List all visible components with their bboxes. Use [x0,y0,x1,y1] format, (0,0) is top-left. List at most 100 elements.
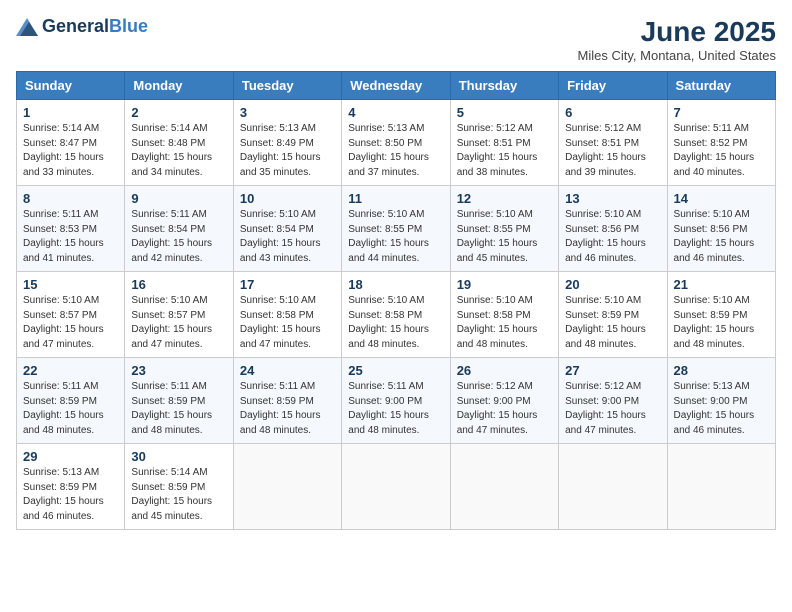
calendar-cell: 19 Sunrise: 5:10 AMSunset: 8:58 PMDayligh… [450,272,558,358]
day-number: 17 [240,277,335,292]
day-number: 6 [565,105,660,120]
cell-info: Sunrise: 5:12 AMSunset: 8:51 PMDaylight:… [457,122,552,180]
logo: GeneralBlue [16,16,148,37]
weekday-header-thursday: Thursday [450,72,558,100]
weekday-header-wednesday: Wednesday [342,72,450,100]
calendar-cell: 18 Sunrise: 5:10 AMSunset: 8:58 PMDayligh… [342,272,450,358]
calendar-cell: 10Sunrise: 5:10 AMSunset: 8:54 PMDayligh… [233,186,341,272]
cell-info: Sunrise: 5:10 AMSunset: 8:58 PMDaylight:… [348,294,443,352]
calendar-cell: 1 Sunrise: 5:14 AMSunset: 8:47 PMDaylight… [17,100,125,186]
calendar-week-4: 22 Sunrise: 5:11 AMSunset: 8:59 PMDayligh… [17,358,776,444]
day-number: 8 [23,191,118,206]
day-number: 12 [457,191,552,206]
day-number: 2 [131,105,226,120]
cell-info: Sunrise: 5:10 AMSunset: 8:57 PMDaylight:… [131,294,226,352]
month-title: June 2025 [578,16,776,48]
calendar-cell: 4 Sunrise: 5:13 AMSunset: 8:50 PMDaylight… [342,100,450,186]
calendar-cell: 29 Sunrise: 5:13 AMSunset: 8:59 PMDayligh… [17,444,125,530]
cell-info: Sunrise: 5:11 AMSunset: 8:54 PMDaylight:… [131,208,226,266]
header: GeneralBlue June 2025 Miles City, Montan… [16,16,776,63]
calendar-week-3: 15Sunrise: 5:10 AMSunset: 8:57 PMDayligh… [17,272,776,358]
day-number: 11 [348,191,443,206]
day-number: 30 [131,449,226,464]
logo-general-text: General [42,16,109,36]
calendar-cell: 28 Sunrise: 5:13 AMSunset: 9:00 PMDayligh… [667,358,775,444]
calendar-cell: 11 Sunrise: 5:10 AMSunset: 8:55 PMDayligh… [342,186,450,272]
day-number: 19 [457,277,552,292]
calendar-cell: 30 Sunrise: 5:14 AMSunset: 8:59 PMDayligh… [125,444,233,530]
cell-info: Sunrise: 5:11 AMSunset: 8:53 PMDaylight:… [23,208,118,266]
weekday-header-row: SundayMondayTuesdayWednesdayThursdayFrid… [17,72,776,100]
cell-info: Sunrise: 5:10 AMSunset: 8:58 PMDaylight:… [457,294,552,352]
calendar-cell: 24 Sunrise: 5:11 AMSunset: 8:59 PMDayligh… [233,358,341,444]
day-number: 14 [674,191,769,206]
calendar-week-2: 8 Sunrise: 5:11 AMSunset: 8:53 PMDaylight… [17,186,776,272]
day-number: 25 [348,363,443,378]
day-number: 13 [565,191,660,206]
calendar-cell: 22 Sunrise: 5:11 AMSunset: 8:59 PMDayligh… [17,358,125,444]
calendar-cell: 26 Sunrise: 5:12 AMSunset: 9:00 PMDayligh… [450,358,558,444]
calendar-cell: 9 Sunrise: 5:11 AMSunset: 8:54 PMDaylight… [125,186,233,272]
calendar-cell [667,444,775,530]
cell-info: Sunrise: 5:13 AMSunset: 8:50 PMDaylight:… [348,122,443,180]
cell-info: Sunrise: 5:14 AMSunset: 8:47 PMDaylight:… [23,122,118,180]
cell-info: Sunrise: 5:12 AMSunset: 8:51 PMDaylight:… [565,122,660,180]
calendar-cell: 12 Sunrise: 5:10 AMSunset: 8:55 PMDayligh… [450,186,558,272]
day-number: 9 [131,191,226,206]
day-number: 26 [457,363,552,378]
cell-info: Sunrise: 5:10 AMSunset: 8:56 PMDaylight:… [565,208,660,266]
calendar-cell: 25Sunrise: 5:11 AMSunset: 9:00 PMDayligh… [342,358,450,444]
calendar-cell: 23Sunrise: 5:11 AMSunset: 8:59 PMDayligh… [125,358,233,444]
day-number: 20 [565,277,660,292]
calendar-cell: 17 Sunrise: 5:10 AMSunset: 8:58 PMDayligh… [233,272,341,358]
weekday-header-tuesday: Tuesday [233,72,341,100]
calendar-cell: 16 Sunrise: 5:10 AMSunset: 8:57 PMDayligh… [125,272,233,358]
calendar-cell: 27 Sunrise: 5:12 AMSunset: 9:00 PMDayligh… [559,358,667,444]
cell-info: Sunrise: 5:12 AMSunset: 9:00 PMDaylight:… [457,380,552,438]
weekday-header-sunday: Sunday [17,72,125,100]
calendar-cell: 21 Sunrise: 5:10 AMSunset: 8:59 PMDayligh… [667,272,775,358]
day-number: 3 [240,105,335,120]
calendar-cell: 6 Sunrise: 5:12 AMSunset: 8:51 PMDaylight… [559,100,667,186]
calendar-cell [559,444,667,530]
day-number: 21 [674,277,769,292]
cell-info: Sunrise: 5:10 AMSunset: 8:59 PMDaylight:… [674,294,769,352]
cell-info: Sunrise: 5:11 AMSunset: 8:59 PMDaylight:… [131,380,226,438]
calendar-cell [233,444,341,530]
cell-info: Sunrise: 5:14 AMSunset: 8:48 PMDaylight:… [131,122,226,180]
calendar-cell: 3 Sunrise: 5:13 AMSunset: 8:49 PMDaylight… [233,100,341,186]
calendar-cell [342,444,450,530]
cell-info: Sunrise: 5:10 AMSunset: 8:56 PMDaylight:… [674,208,769,266]
calendar: SundayMondayTuesdayWednesdayThursdayFrid… [16,71,776,530]
day-number: 29 [23,449,118,464]
cell-info: Sunrise: 5:13 AMSunset: 8:59 PMDaylight:… [23,466,118,524]
calendar-cell: 20 Sunrise: 5:10 AMSunset: 8:59 PMDayligh… [559,272,667,358]
day-number: 1 [23,105,118,120]
cell-info: Sunrise: 5:11 AMSunset: 8:59 PMDaylight:… [240,380,335,438]
cell-info: Sunrise: 5:10 AMSunset: 8:55 PMDaylight:… [457,208,552,266]
day-number: 16 [131,277,226,292]
cell-info: Sunrise: 5:10 AMSunset: 8:55 PMDaylight:… [348,208,443,266]
day-number: 22 [23,363,118,378]
calendar-cell: 7 Sunrise: 5:11 AMSunset: 8:52 PMDaylight… [667,100,775,186]
location: Miles City, Montana, United States [578,48,776,63]
cell-info: Sunrise: 5:10 AMSunset: 8:58 PMDaylight:… [240,294,335,352]
day-number: 27 [565,363,660,378]
cell-info: Sunrise: 5:11 AMSunset: 8:59 PMDaylight:… [23,380,118,438]
calendar-cell: 15Sunrise: 5:10 AMSunset: 8:57 PMDayligh… [17,272,125,358]
day-number: 18 [348,277,443,292]
cell-info: Sunrise: 5:10 AMSunset: 8:59 PMDaylight:… [565,294,660,352]
logo-icon [16,18,38,36]
cell-info: Sunrise: 5:12 AMSunset: 9:00 PMDaylight:… [565,380,660,438]
day-number: 4 [348,105,443,120]
cell-info: Sunrise: 5:13 AMSunset: 9:00 PMDaylight:… [674,380,769,438]
cell-info: Sunrise: 5:14 AMSunset: 8:59 PMDaylight:… [131,466,226,524]
cell-info: Sunrise: 5:11 AMSunset: 8:52 PMDaylight:… [674,122,769,180]
calendar-cell: 5Sunrise: 5:12 AMSunset: 8:51 PMDaylight… [450,100,558,186]
day-number: 7 [674,105,769,120]
calendar-cell: 13 Sunrise: 5:10 AMSunset: 8:56 PMDayligh… [559,186,667,272]
weekday-header-saturday: Saturday [667,72,775,100]
day-number: 24 [240,363,335,378]
cell-info: Sunrise: 5:13 AMSunset: 8:49 PMDaylight:… [240,122,335,180]
day-number: 28 [674,363,769,378]
